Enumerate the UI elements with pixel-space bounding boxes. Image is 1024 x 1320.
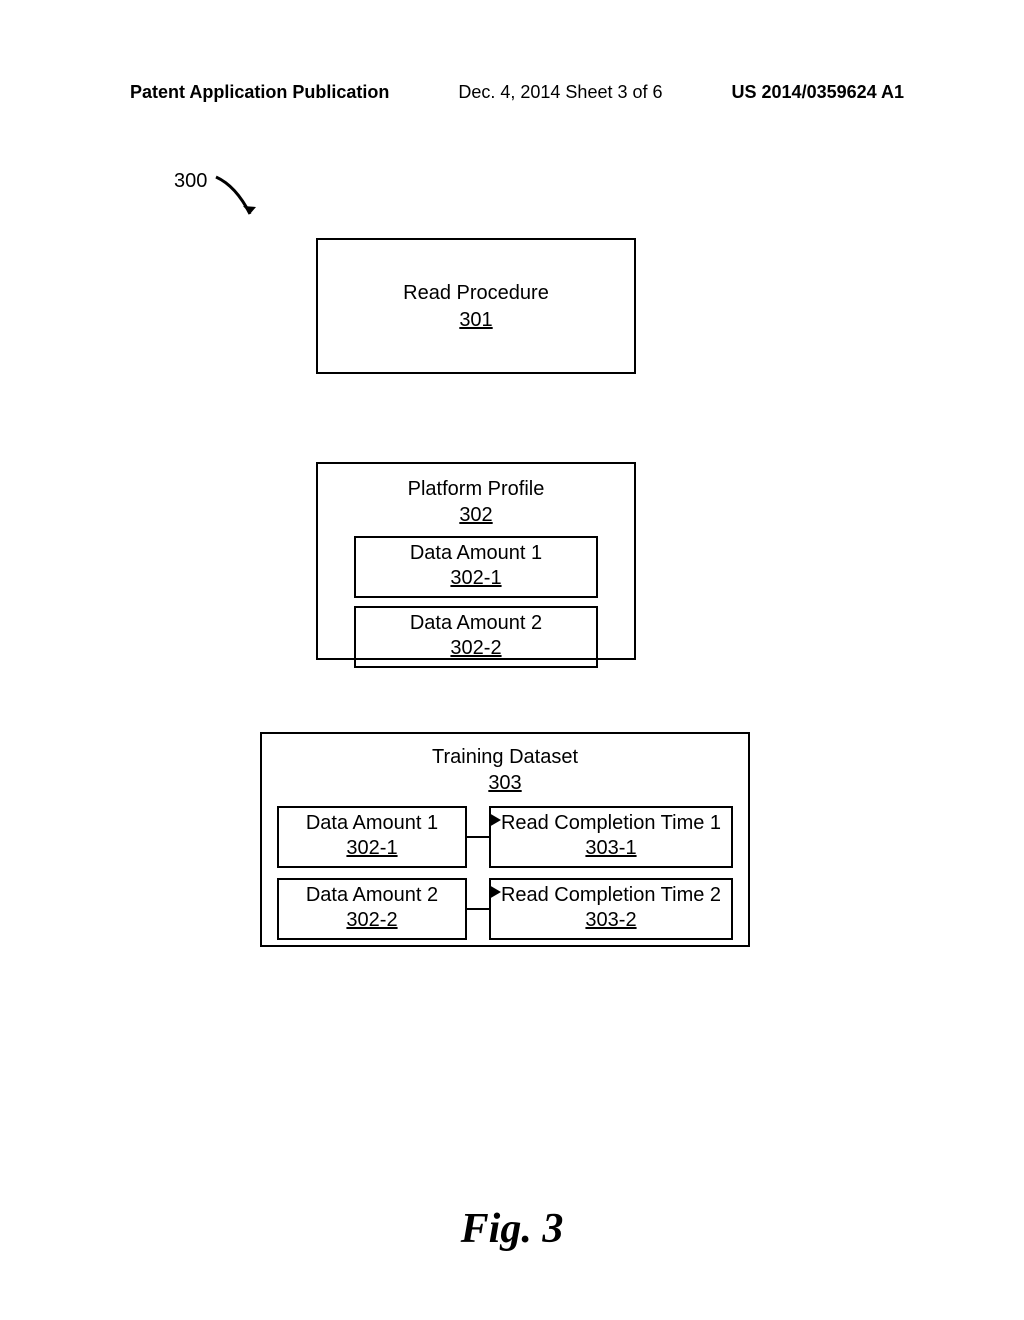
platform-profile-box: Platform Profile 302 Data Amount 1 302-1… <box>316 462 636 660</box>
arrow-right-icon <box>489 885 503 899</box>
connector-line <box>467 908 489 911</box>
header-right: US 2014/0359624 A1 <box>732 82 904 103</box>
training-dataset-title: Training Dataset <box>262 744 748 770</box>
arrow-right-icon <box>489 813 503 827</box>
reference-300-label: 300 <box>174 170 207 193</box>
data-amount-1-ref: 302-1 <box>356 566 596 591</box>
dataset-row-1-left: Data Amount 1 302-1 <box>277 806 467 868</box>
dataset-row-1-right-title: Read Completion Time 1 <box>491 811 731 836</box>
figure-label: Fig. 3 <box>0 1205 1024 1253</box>
platform-profile-title: Platform Profile <box>318 476 634 502</box>
training-dataset-ref: 303 <box>262 770 748 796</box>
dataset-row-2-right: Read Completion Time 2 303-2 <box>489 878 733 940</box>
flow-diagram: 300 Read Procedure 301 Platform Profile … <box>0 160 1024 1160</box>
platform-profile-ref: 302 <box>318 502 634 528</box>
data-amount-2-title: Data Amount 2 <box>356 611 596 636</box>
data-amount-1-box: Data Amount 1 302-1 <box>354 536 598 598</box>
data-amount-1-title: Data Amount 1 <box>356 541 596 566</box>
training-dataset-box: Training Dataset 303 Data Amount 1 302-1… <box>260 732 750 947</box>
data-amount-2-box: Data Amount 2 302-2 <box>354 606 598 668</box>
reference-300-arrow-icon <box>214 174 259 224</box>
connector-line <box>467 836 489 839</box>
header-center: Dec. 4, 2014 Sheet 3 of 6 <box>458 82 662 103</box>
data-amount-2-ref: 302-2 <box>356 636 596 661</box>
dataset-row-1-left-title: Data Amount 1 <box>279 811 465 836</box>
dataset-row-1-right: Read Completion Time 1 303-1 <box>489 806 733 868</box>
dataset-row-2-left: Data Amount 2 302-2 <box>277 878 467 940</box>
dataset-row-1-left-ref: 302-1 <box>279 836 465 861</box>
page-header: Patent Application Publication Dec. 4, 2… <box>0 82 1024 103</box>
read-procedure-title: Read Procedure <box>318 280 634 307</box>
dataset-row-1-right-ref: 303-1 <box>491 836 731 861</box>
dataset-row-2-right-title: Read Completion Time 2 <box>491 883 731 908</box>
dataset-row-1: Data Amount 1 302-1 Read Completion Time… <box>262 806 748 868</box>
header-left: Patent Application Publication <box>130 82 389 103</box>
dataset-row-2-left-ref: 302-2 <box>279 908 465 933</box>
dataset-row-2-right-ref: 303-2 <box>491 908 731 933</box>
read-procedure-ref: 301 <box>318 307 634 334</box>
dataset-row-2: Data Amount 2 302-2 Read Completion Time… <box>262 878 748 940</box>
read-procedure-box: Read Procedure 301 <box>316 238 636 374</box>
dataset-row-2-left-title: Data Amount 2 <box>279 883 465 908</box>
